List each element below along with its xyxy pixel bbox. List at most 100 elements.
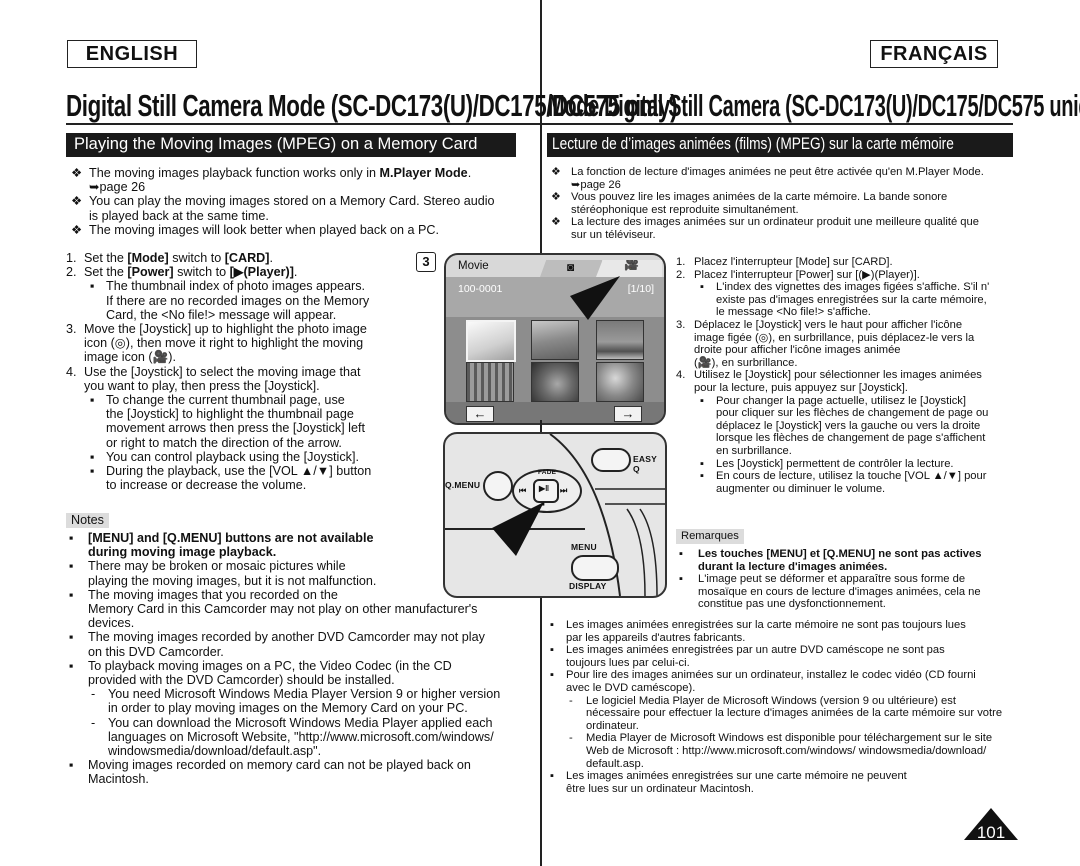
note-text: toujours lues par celui-ci. (566, 656, 690, 669)
sub-text: Card, the <No file!> message will appear… (106, 307, 337, 322)
dash-bullet: - (91, 715, 96, 730)
intro-text: La fonction de lecture d'images animées … (571, 166, 984, 178)
dash-text: ordinateur. (586, 719, 639, 732)
step-text-bold: [Mode] (127, 251, 169, 265)
sub-text: or right to match the direction of the a… (106, 435, 342, 450)
note-item: ▪ The moving images recorded by another … (66, 630, 540, 658)
intro-text: stéréophonique est reproduite simultaném… (571, 203, 799, 216)
square-bullet-icon: ▪ (69, 531, 74, 545)
step-number: 2. (66, 265, 77, 280)
next-page-arrow[interactable]: → (614, 406, 642, 422)
step-number: 3. (676, 318, 686, 331)
step-text: . (293, 265, 298, 280)
figure-step-number: 3 (416, 252, 436, 272)
step-2-subitem: ▪ L'index des vignettes des images figée… (694, 281, 1021, 319)
page-reference-link[interactable]: ➥page 26 (89, 180, 541, 194)
pointer-arrow-icon (492, 502, 544, 556)
dash-bullet: - (569, 694, 573, 707)
sub-text: If there are no recorded images on the M… (106, 293, 370, 308)
dash-text: Media Player de Microsoft Windows est di… (586, 732, 993, 745)
step-text: image icon (🎥). (84, 350, 176, 365)
dash-item: - You can download the Microsoft Windows… (88, 716, 540, 759)
thumbnail-6[interactable] (596, 362, 644, 402)
easy-q-button[interactable] (591, 448, 631, 472)
screen-info-row: 100-0001 [1/10] (446, 277, 664, 317)
dash-item: - Media Player de Microsoft Windows est … (566, 732, 1018, 770)
dash-text: Web de Microsoft : http://www.microsoft.… (586, 744, 987, 757)
step-text: Placez l'interrupteur [Power] sur [(▶)(P… (694, 268, 920, 281)
square-bullet-icon: ▪ (90, 449, 95, 464)
step-text: Placez l'interrupteur [Mode] sur [CARD]. (694, 256, 893, 268)
step-number: 4. (676, 369, 686, 382)
note-text: provided with the DVD Camcorder) should … (88, 673, 395, 688)
dash-text: languages on Microsoft Website, "http://… (108, 729, 494, 744)
camcorder-buttons-illustration: Q.MENU FADE ⏮ ▶‖ ⏭ ■ EASY Q MENU DISPLAY (443, 432, 667, 598)
dash-text: nécessaire pour effectuer la lecture d'i… (586, 707, 1003, 720)
intro-item: ❖ La fonction de lecture d'images animée… (551, 166, 1021, 191)
notes-fr-top: Remarques ▪ Les touches [MENU] et [Q.MEN… (676, 529, 1021, 611)
page-reference-link[interactable]: ➥page 26 (571, 179, 1021, 192)
square-bullet-icon: ▪ (679, 573, 683, 586)
lang-badge-english: ENGLISH (67, 40, 197, 68)
note-item: ▪ Les images animées enregistrées par un… (548, 644, 1018, 669)
thumbnail-4[interactable] (466, 362, 514, 402)
step-number: 3. (66, 322, 77, 337)
step-1: 1. Set the [Mode] switch to [CARD]. (66, 251, 406, 265)
note-item: ▪ Moving images recorded on memory card … (66, 758, 540, 786)
note-text: L'image peut se déformer et apparaître s… (698, 573, 966, 586)
step-text: switch to (173, 265, 230, 280)
step-4-subitem: ▪ To change the current thumbnail page, … (84, 393, 406, 450)
page-number-badge: 101 (964, 808, 1018, 840)
fade-label: FADE (538, 469, 557, 476)
intro-item: ❖ The moving images playback function wo… (71, 166, 541, 194)
intro-list-en: ❖ The moving images playback function wo… (71, 166, 541, 237)
note-text: Les images animées enregistrées par un a… (566, 644, 945, 657)
square-bullet-icon: ▪ (69, 630, 74, 645)
qmenu-button[interactable] (483, 471, 513, 501)
square-bullet-icon: ▪ (700, 470, 704, 483)
dash-text: in order to play moving images on the Me… (108, 701, 468, 716)
diamond-bullet-icon: ❖ (71, 166, 83, 180)
skip-forward-icon[interactable]: ⏭ (560, 486, 567, 496)
note-text: Moving images recorded on memory card ca… (88, 758, 471, 773)
note-text: durant la lecture d'images animées. (698, 560, 888, 573)
note-item: ▪ L'image peut se déformer et apparaître… (676, 573, 1021, 611)
prev-page-arrow[interactable]: ← (466, 406, 494, 422)
sub-text: augmenter ou diminuer le volume. (716, 482, 886, 495)
step-3: 3. Move the [Joystick] up to highlight t… (66, 322, 406, 365)
step-3: 3. Déplacez le [Joystick] vers le haut p… (676, 319, 1021, 369)
step-4-subitem: ▪ En cours de lecture, utilisez la touch… (694, 470, 1021, 495)
thumbnail-5[interactable] (531, 362, 579, 402)
note-text: Macintosh. (88, 772, 149, 787)
note-text: Les images animées enregistrées sur la c… (566, 619, 966, 631)
note-text: Les touches [MENU] et [Q.MENU] ne sont p… (698, 548, 982, 560)
section-heading-fr: Lecture de d’images animées (films) (MPE… (547, 133, 1013, 157)
lang-badge-french: FRANÇAIS (870, 40, 998, 68)
square-bullet-icon: ▪ (550, 619, 554, 631)
note-item: ▪ Pour lire des images animées sur un or… (548, 669, 1018, 770)
note-item: ▪ To playback moving images on a PC, the… (66, 659, 540, 758)
sub-text: L'index des vignettes des images figées … (716, 281, 990, 294)
square-bullet-icon: ▪ (700, 457, 704, 470)
thumbnail-1-selected[interactable] (466, 320, 516, 362)
menu-button[interactable] (571, 555, 619, 581)
sub-text: The thumbnail index of photo images appe… (106, 279, 366, 294)
square-bullet-icon: ▪ (69, 587, 74, 602)
dash-text: default.asp. (586, 757, 644, 770)
dash-bullet: - (569, 732, 573, 745)
note-text: devices. (88, 616, 135, 631)
step-4-subitem: ▪ Les [Joystick] permettent de contrôler… (694, 458, 1021, 471)
step-4-subitem: ▪ Pour changer la page actuelle, utilise… (694, 395, 1021, 458)
step-2: 2. Set the [Power] switch to [▶(Player)]… (66, 265, 406, 322)
skip-back-icon[interactable]: ⏮ (519, 486, 526, 496)
step-text: droite pour afficher l'icône images anim… (694, 344, 901, 357)
notes-label: Notes (66, 513, 109, 528)
menu-label: MENU (571, 542, 597, 552)
step-text: you want to play, then press the [Joysti… (84, 378, 320, 393)
step-4: 4. Utilisez le [Joystick] pour sélection… (676, 369, 1021, 495)
note-item: ▪ Les touches [MENU] et [Q.MENU] ne sont… (676, 548, 1021, 573)
intro-text: The moving images will look better when … (89, 222, 440, 237)
step-4: 4. Use the [Joystick] to select the movi… (66, 365, 406, 493)
step-text: image figée (◎), en surbrillance, puis d… (694, 331, 975, 344)
square-bullet-icon: ▪ (69, 559, 74, 574)
